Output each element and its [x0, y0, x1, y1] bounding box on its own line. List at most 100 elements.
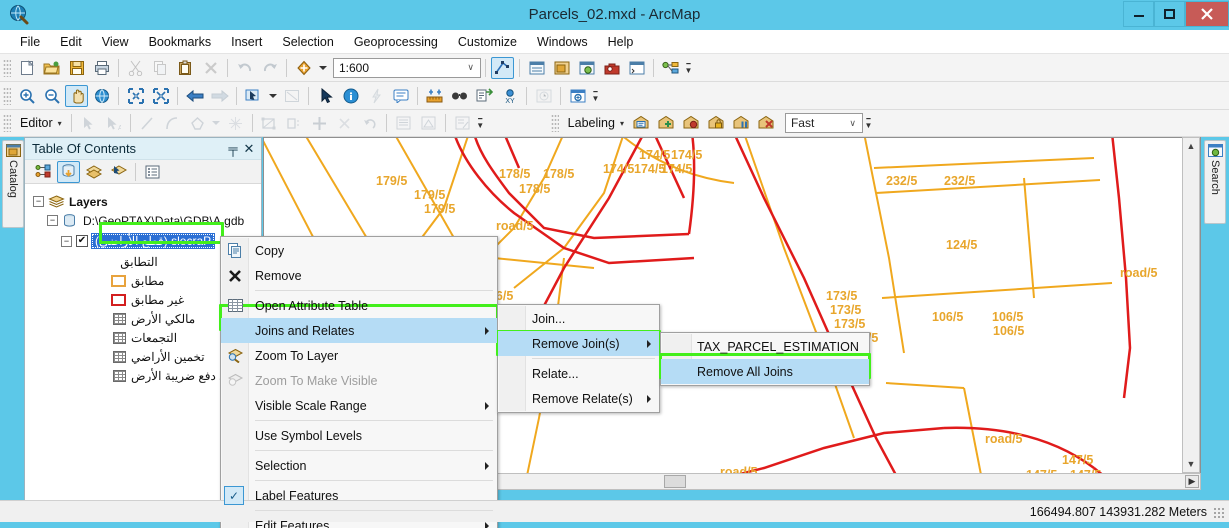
attributes-icon[interactable]: [392, 112, 415, 134]
menu-edit[interactable]: Edit: [50, 32, 92, 52]
submenu-remove-relates[interactable]: Remove Relate(s): [498, 386, 659, 411]
toolbar-grip[interactable]: [3, 58, 11, 77]
submenu-remove-all-joins[interactable]: Remove All Joins: [661, 359, 869, 384]
add-data-dropdown-icon[interactable]: [317, 57, 328, 79]
zoom-in-icon[interactable]: [15, 85, 38, 107]
paste-icon[interactable]: [174, 57, 197, 79]
submenu-remove-joins[interactable]: Remove Join(s): [498, 331, 659, 356]
clear-selection-icon[interactable]: [280, 85, 303, 107]
open-icon[interactable]: [40, 57, 63, 79]
submenu-relate[interactable]: Relate...: [498, 361, 659, 386]
edit-vertices-icon[interactable]: [417, 112, 440, 134]
sketch-properties-icon[interactable]: [308, 112, 331, 134]
delete-icon[interactable]: [199, 57, 222, 79]
layer-visibility-checkbox[interactable]: ✔: [76, 235, 88, 247]
list-by-drawing-order-icon[interactable]: [32, 161, 55, 183]
editor-menu-arrow-icon[interactable]: ▾: [55, 119, 67, 128]
expander-icon[interactable]: −: [61, 235, 72, 247]
labeling-toolbar-overflow-button[interactable]: ━ ▼: [863, 112, 874, 134]
forward-extent-icon[interactable]: [208, 85, 231, 107]
endpoint-arc-segment-icon[interactable]: [161, 112, 184, 134]
construction-dropdown-icon[interactable]: [211, 112, 222, 134]
scroll-thumb[interactable]: [664, 475, 686, 488]
context-menu-label-features[interactable]: ✓ Label Features: [221, 483, 497, 508]
view-unplaced-labels-icon[interactable]: [755, 112, 778, 134]
toc-node-geodatabase[interactable]: − D:\GeoPTAX\Data\GDB\A.gdb: [33, 211, 261, 230]
toolbar-grip[interactable]: [3, 114, 11, 132]
options-icon[interactable]: [141, 161, 164, 183]
html-popup-icon[interactable]: [389, 85, 412, 107]
chevron-down-icon[interactable]: ∨: [845, 118, 860, 129]
fixed-zoom-out-icon[interactable]: [149, 85, 172, 107]
labeling-menu-arrow-icon[interactable]: ▾: [617, 119, 629, 128]
select-features-icon[interactable]: [242, 85, 265, 107]
context-menu-use-symbol-levels[interactable]: Use Symbol Levels: [221, 423, 497, 448]
toc-node-layers[interactable]: − Layers: [33, 192, 261, 211]
menu-selection[interactable]: Selection: [272, 32, 343, 52]
hyperlink-icon[interactable]: [364, 85, 387, 107]
go-to-xy-icon[interactable]: XY: [498, 85, 521, 107]
context-menu-open-attribute-table[interactable]: Open Attribute Table: [221, 293, 497, 318]
straight-segment-icon[interactable]: [136, 112, 159, 134]
fixed-zoom-in-icon[interactable]: [124, 85, 147, 107]
undo-icon[interactable]: [233, 57, 256, 79]
menu-customize[interactable]: Customize: [448, 32, 527, 52]
pause-labeling-icon[interactable]: [730, 112, 753, 134]
close-button[interactable]: [1185, 1, 1229, 27]
expander-icon[interactable]: −: [33, 196, 44, 207]
create-features-icon[interactable]: [451, 112, 474, 134]
redo-icon[interactable]: [258, 57, 281, 79]
close-icon[interactable]: ✕: [241, 141, 257, 157]
editor-menu-label[interactable]: Editor: [14, 116, 55, 130]
context-menu-remove[interactable]: Remove: [221, 263, 497, 288]
menu-help[interactable]: Help: [598, 32, 644, 52]
add-data-icon[interactable]: [292, 57, 315, 79]
search-window-icon[interactable]: [575, 57, 598, 79]
list-by-visibility-icon[interactable]: [82, 161, 105, 183]
list-by-selection-icon[interactable]: [107, 161, 130, 183]
labeling-toolbar-grip[interactable]: [550, 114, 559, 132]
arctoolbox-icon[interactable]: [600, 57, 623, 79]
cut-icon[interactable]: [124, 57, 147, 79]
context-menu-joins-and-relates[interactable]: Joins and Relates: [221, 318, 497, 343]
copy-icon[interactable]: [149, 57, 172, 79]
undo-edit-icon[interactable]: [358, 112, 381, 134]
model-builder-icon[interactable]: [659, 57, 682, 79]
menu-bookmarks[interactable]: Bookmarks: [139, 32, 222, 52]
label-manager-icon[interactable]: [630, 112, 653, 134]
chevron-down-icon[interactable]: ∨: [463, 62, 478, 73]
edit-annotation-tool-icon[interactable]: A: [102, 112, 125, 134]
resize-grip-icon[interactable]: [1213, 507, 1225, 519]
print-icon[interactable]: [90, 57, 113, 79]
search-side-tab[interactable]: Search: [1204, 140, 1226, 224]
minimize-button[interactable]: [1123, 1, 1154, 27]
catalog-window-icon[interactable]: [550, 57, 573, 79]
maximize-button[interactable]: [1154, 1, 1185, 27]
label-priority-icon[interactable]: [655, 112, 678, 134]
back-extent-icon[interactable]: [183, 85, 206, 107]
catalog-side-tab[interactable]: Catalog: [2, 140, 24, 228]
trace-icon[interactable]: [224, 112, 247, 134]
scroll-right-button[interactable]: ▶: [1185, 475, 1199, 488]
cut-polygons-icon[interactable]: [258, 112, 281, 134]
select-elements-icon[interactable]: [314, 85, 337, 107]
menu-file[interactable]: File: [10, 32, 50, 52]
find-route-icon[interactable]: [473, 85, 496, 107]
save-icon[interactable]: [65, 57, 88, 79]
label-quality-combo[interactable]: Fast ∨: [784, 113, 863, 133]
context-menu-edit-features[interactable]: Edit Features: [221, 513, 497, 528]
zoom-out-icon[interactable]: [40, 85, 63, 107]
expander-icon[interactable]: −: [47, 215, 58, 226]
python-window-icon[interactable]: [625, 57, 648, 79]
pin-icon[interactable]: ╤: [225, 141, 241, 156]
find-icon[interactable]: [448, 85, 471, 107]
toolbar-overflow-button[interactable]: ━ ▼: [475, 112, 486, 134]
identify-icon[interactable]: [339, 85, 362, 107]
create-viewer-window-icon[interactable]: [566, 85, 589, 107]
list-by-source-icon[interactable]: [57, 160, 80, 183]
menu-insert[interactable]: Insert: [221, 32, 272, 52]
lock-labels-icon[interactable]: [705, 112, 728, 134]
label-weight-icon[interactable]: [680, 112, 703, 134]
edit-tool-icon[interactable]: [77, 112, 100, 134]
toolbar-grip[interactable]: [3, 86, 11, 105]
